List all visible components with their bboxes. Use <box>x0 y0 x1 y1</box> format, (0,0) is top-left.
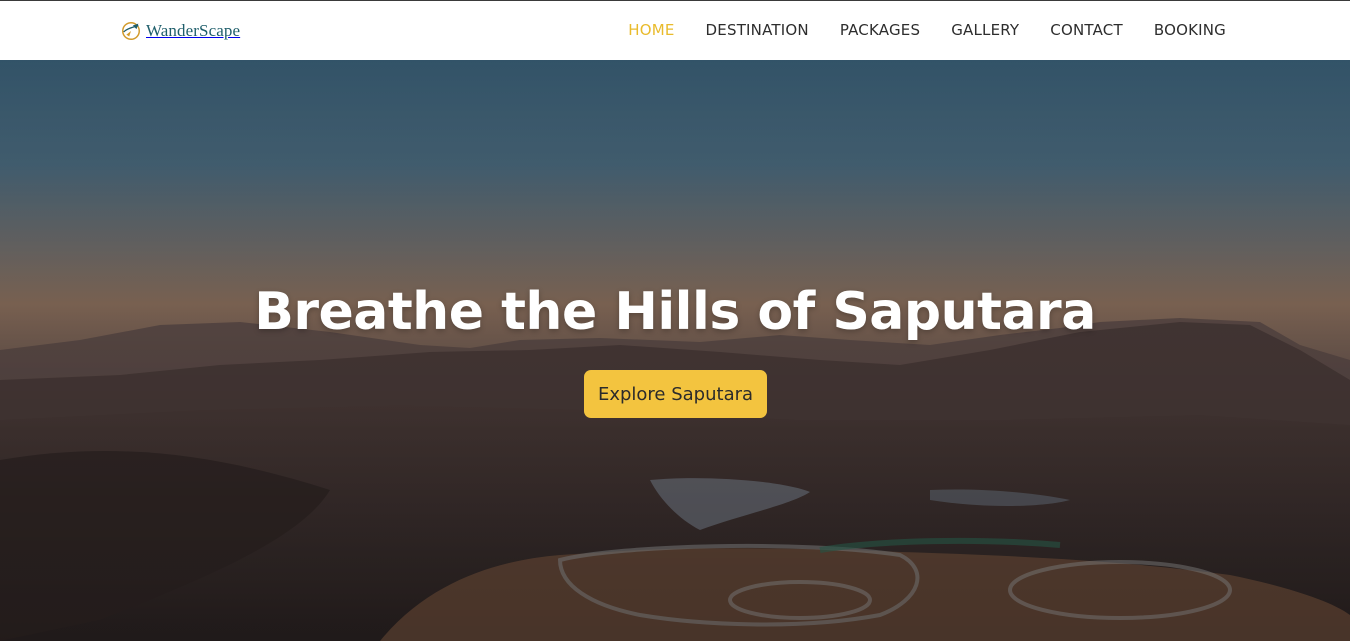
hero-title: Breathe the Hills of Saputara <box>254 282 1096 342</box>
nav-item-packages[interactable]: PACKAGES <box>840 21 920 39</box>
nav-item-gallery[interactable]: GALLERY <box>951 21 1019 39</box>
brand-name: WanderScape <box>146 20 241 40</box>
navbar: WanderScape HOME DESTINATION PACKAGES GA… <box>0 1 1350 60</box>
brand-logo-link[interactable]: WanderScape <box>120 20 240 42</box>
explore-saputara-button[interactable]: Explore Saputara <box>584 370 767 418</box>
nav-item-destination[interactable]: DESTINATION <box>706 21 809 39</box>
nav-item-booking[interactable]: BOOKING <box>1154 21 1226 39</box>
hero-section: Breathe the Hills of Saputara Explore Sa… <box>0 60 1350 641</box>
hero-background-image <box>0 60 1350 641</box>
main-nav: HOME DESTINATION PACKAGES GALLERY CONTAC… <box>628 21 1226 40</box>
compass-plane-icon <box>122 21 140 40</box>
nav-item-home[interactable]: HOME <box>628 21 674 39</box>
nav-item-contact[interactable]: CONTACT <box>1050 21 1123 39</box>
